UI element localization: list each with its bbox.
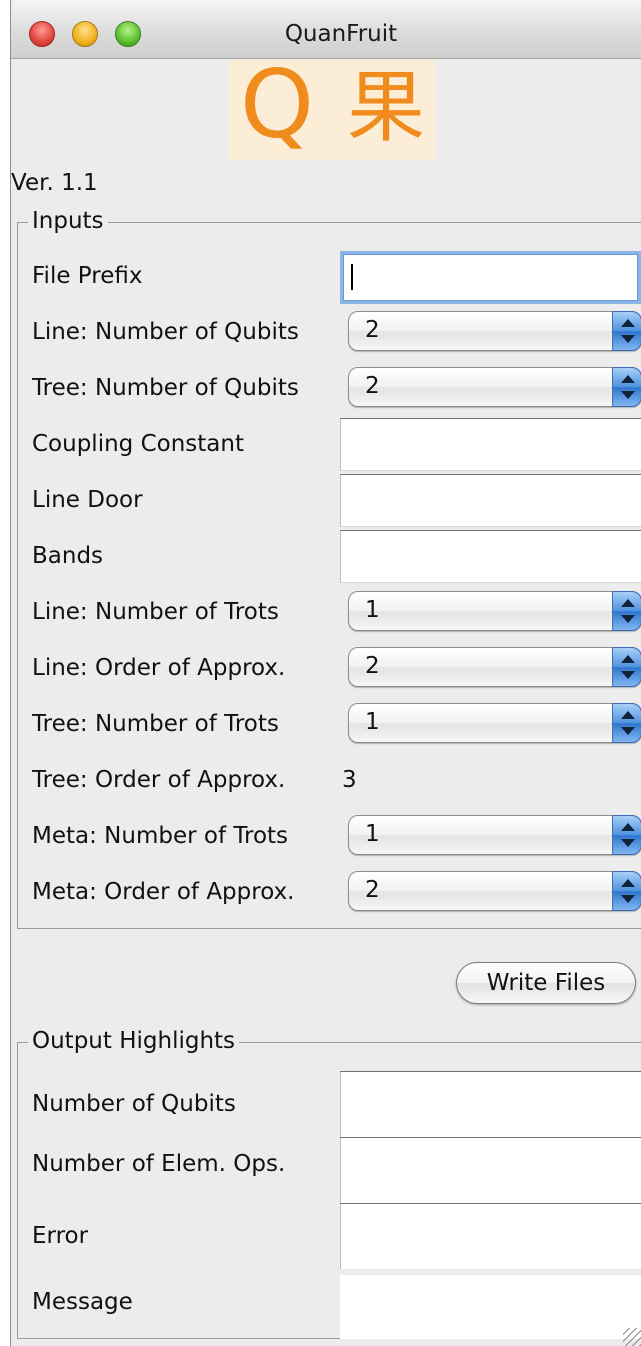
- popup-stepper-icon: [612, 367, 641, 407]
- tree-order-label: Tree: Order of Approx.: [32, 767, 286, 793]
- output-highlights-legend: Output Highlights: [28, 1026, 240, 1056]
- grow-box-icon[interactable]: [623, 1328, 641, 1346]
- line-trots-value: 1: [365, 597, 380, 623]
- meta-order-select[interactable]: 2: [348, 871, 641, 911]
- output-message-area[interactable]: [340, 1275, 641, 1339]
- tree-qubits-value: 2: [365, 373, 380, 399]
- output-elem-ops-label: Number of Elem. Ops.: [32, 1151, 286, 1177]
- popup-stepper-icon: [612, 591, 641, 631]
- logo-fruit-kanji: 果: [347, 63, 426, 153]
- tree-trots-select[interactable]: 1: [348, 703, 641, 743]
- output-qubits-field[interactable]: [340, 1071, 641, 1137]
- inputs-legend: Inputs: [28, 206, 108, 236]
- file-prefix-field[interactable]: [340, 251, 641, 304]
- logo-q-letter: Q: [240, 51, 314, 160]
- tree-qubits-label: Tree: Number of Qubits: [32, 375, 299, 401]
- app-logo: Q 果: [229, 54, 435, 160]
- app-window: QuanFruit Q 果 Ver. 1.1 Inputs File Prefi…: [10, 0, 641, 1346]
- title-bar[interactable]: QuanFruit: [11, 0, 641, 59]
- popup-stepper-icon: [612, 815, 641, 855]
- output-message-label: Message: [32, 1289, 133, 1315]
- coupling-constant-label: Coupling Constant: [32, 431, 244, 457]
- window-title: QuanFruit: [284, 21, 398, 47]
- line-qubits-select[interactable]: 2: [348, 311, 641, 351]
- output-elem-ops-field[interactable]: [340, 1137, 641, 1203]
- meta-order-value: 2: [365, 877, 380, 903]
- inputs-group: Inputs File Prefix Line: Number of Qubit…: [17, 206, 641, 929]
- version-label: Ver. 1.1: [11, 170, 98, 196]
- output-highlights-group: Output Highlights Number of Qubits Numbe…: [17, 1026, 641, 1339]
- line-order-value: 2: [365, 653, 380, 679]
- text-caret: [351, 264, 353, 290]
- tree-order-value: 3: [342, 767, 357, 793]
- output-error-label: Error: [32, 1223, 89, 1249]
- output-error-field[interactable]: [340, 1203, 641, 1269]
- popup-stepper-icon: [612, 647, 641, 687]
- line-trots-select[interactable]: 1: [348, 591, 641, 631]
- popup-stepper-icon: [612, 311, 641, 351]
- bands-label: Bands: [32, 543, 104, 569]
- file-prefix-label: File Prefix: [32, 263, 143, 289]
- meta-trots-label: Meta: Number of Trots: [32, 823, 289, 849]
- tree-trots-value: 1: [365, 709, 380, 735]
- tree-trots-label: Tree: Number of Trots: [32, 711, 279, 737]
- tree-qubits-select[interactable]: 2: [348, 367, 641, 407]
- meta-trots-select[interactable]: 1: [348, 815, 641, 855]
- write-files-button[interactable]: Write Files: [456, 962, 636, 1004]
- popup-stepper-icon: [612, 703, 641, 743]
- meta-trots-value: 1: [365, 821, 380, 847]
- line-door-label: Line Door: [32, 487, 143, 513]
- line-order-select[interactable]: 2: [348, 647, 641, 687]
- popup-stepper-icon: [612, 871, 641, 911]
- coupling-constant-field[interactable]: [340, 418, 641, 471]
- output-qubits-label: Number of Qubits: [32, 1091, 236, 1117]
- bands-field[interactable]: [340, 530, 641, 583]
- meta-order-label: Meta: Order of Approx.: [32, 879, 295, 905]
- line-order-label: Line: Order of Approx.: [32, 655, 286, 681]
- line-qubits-label: Line: Number of Qubits: [32, 319, 299, 345]
- line-trots-label: Line: Number of Trots: [32, 599, 279, 625]
- line-door-field[interactable]: [340, 474, 641, 527]
- line-qubits-value: 2: [365, 317, 380, 343]
